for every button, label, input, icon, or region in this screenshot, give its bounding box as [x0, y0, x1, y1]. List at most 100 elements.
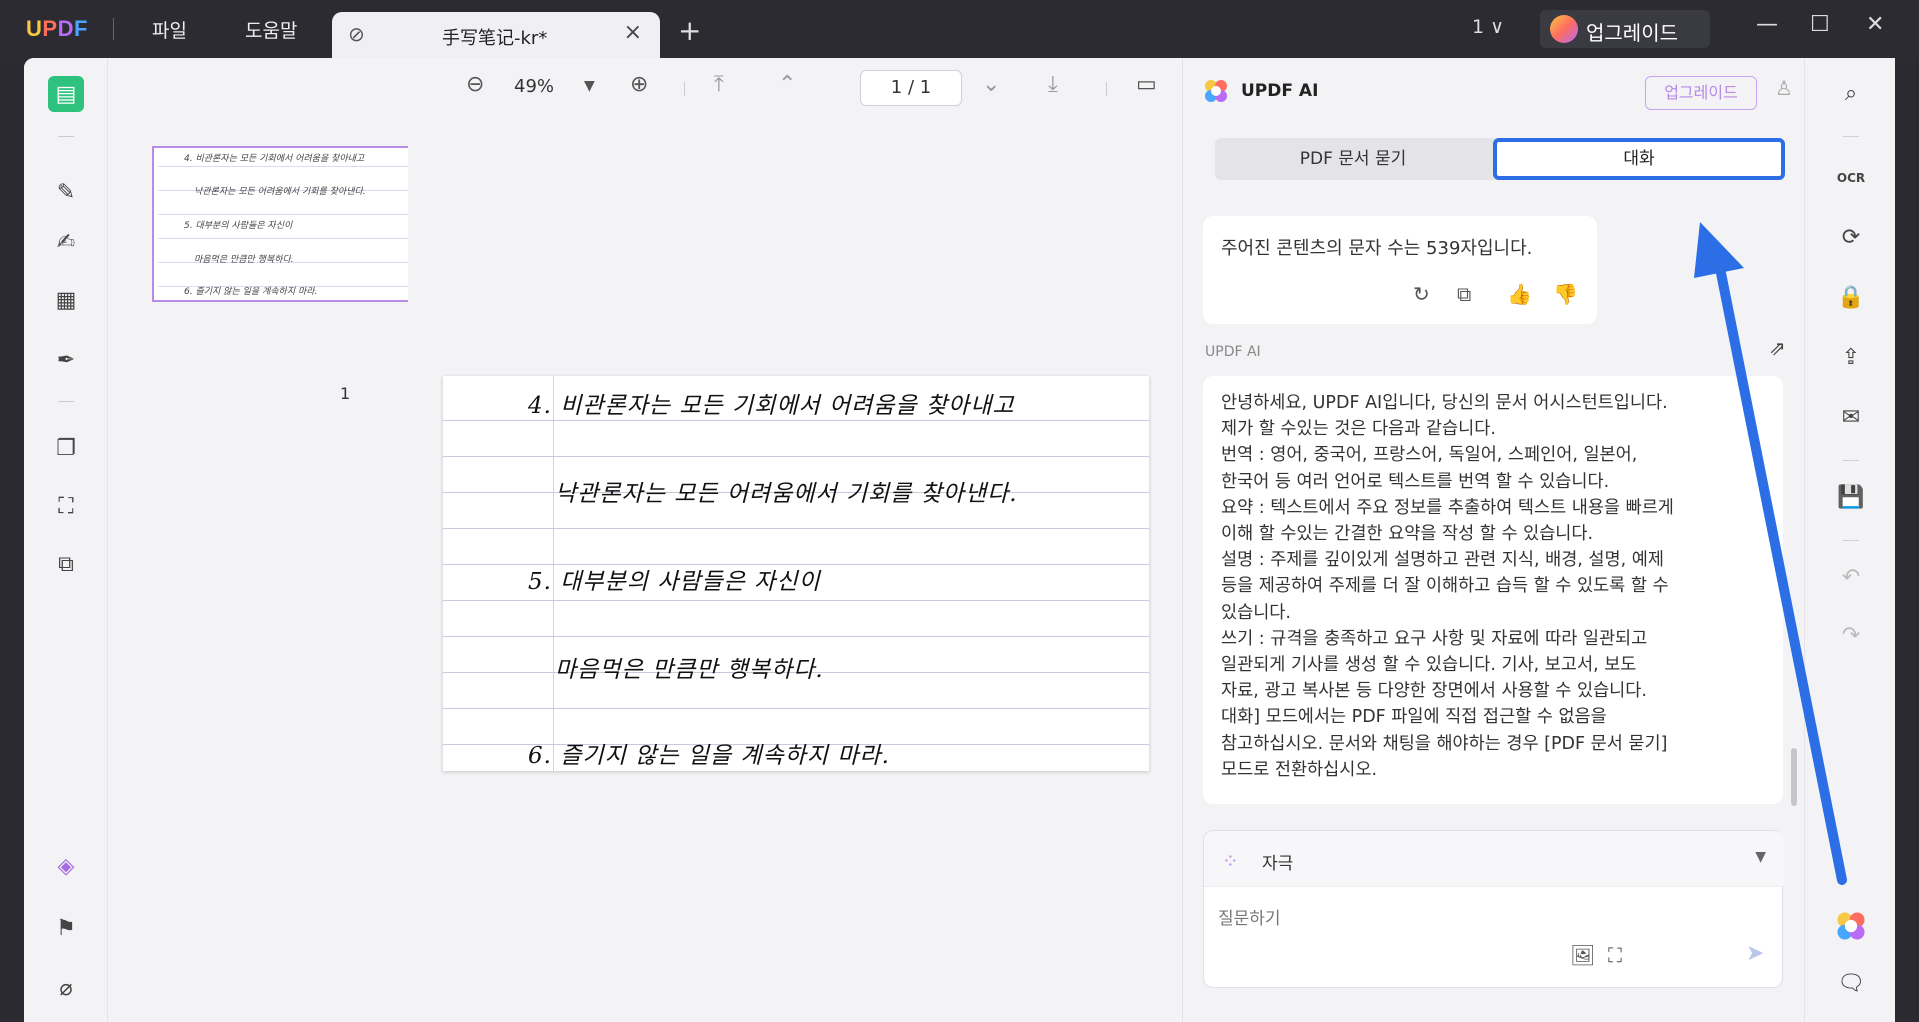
menu-help[interactable]: 도움말: [245, 16, 297, 43]
handwritten-line: 6. 즐기지 않는 일을 계속하지 마라.: [528, 743, 890, 769]
ai-message-text: 주어진 콘텐츠의 문자 수는 539자입니다.: [1221, 238, 1533, 259]
document-area: ⊖ 49% ▼ ⊕ ⤒ ⌃ 1 / 1 ⌄ ⤓ ▭ 4. 비관론자는 모든 기회…: [408, 58, 1182, 1022]
ai-message: 안녕하세요, UPDF AI입니다, 당신의 문서 어시스턴트입니다. 제가 할…: [1203, 376, 1783, 804]
crop-icon[interactable]: ⛶: [48, 488, 84, 524]
ai-message-text: 안녕하세요, UPDF AI입니다, 당신의 문서 어시스턴트입니다. 제가 할…: [1221, 393, 1674, 780]
chat-scrollbar[interactable]: [1791, 748, 1797, 806]
left-toolbar: ▤ ✎ ✍ ▦ ✒ ❐ ⛶ ⧉ ◈ ⚑ ⌀: [24, 58, 108, 1022]
edit-pdf-icon[interactable]: ✍: [48, 224, 84, 260]
handwritten-line: 마음먹은 만큼만 행복하다.: [555, 657, 824, 683]
thumb-text-line: 낙관론자는 모든 어려움에서 기회를 찾아낸다.: [194, 187, 366, 197]
prompt-label: 자극: [1262, 854, 1294, 874]
title-bar: UPDF 파일 도움말 ⊘ 手写笔记-kr* × + 1 ∨ 업그레이드 — ☐…: [0, 0, 1919, 58]
prompt-box: ⁘ 자극 ▼ 🖼 ⛶ ➤: [1203, 830, 1784, 988]
page-rule: [443, 636, 1149, 637]
ocr-icon[interactable]: OCR: [1835, 162, 1867, 194]
tab-close-button[interactable]: ×: [624, 20, 642, 45]
document-tab[interactable]: ⊘ 手写笔记-kr* ×: [332, 12, 660, 58]
bookmark-icon[interactable]: ⚑: [48, 910, 84, 946]
toolbar-divider: [1843, 460, 1859, 461]
zoom-dropdown-icon[interactable]: ▼: [584, 78, 595, 94]
thumb-rule: [158, 214, 420, 215]
convert-icon[interactable]: ⟳: [1835, 222, 1867, 254]
layers-icon[interactable]: ◈: [48, 848, 84, 884]
ai-assistant-panel: UPDF AI 업그레이드 ♙ PDF 문서 묻기 대화 주어진 콘텐츠의 문자…: [1182, 58, 1804, 1022]
handwritten-line: 5. 대부분의 사람들은 자신이: [528, 569, 821, 595]
toolbar-divider: [58, 136, 74, 137]
copy-icon[interactable]: ⧉: [1457, 282, 1471, 306]
message-sender: UPDF AI: [1205, 344, 1261, 360]
thumb-rule: [158, 238, 420, 239]
image-upload-icon[interactable]: 🖼: [1570, 943, 1595, 967]
zoom-level[interactable]: 49%: [514, 76, 554, 97]
last-page-icon[interactable]: ⤓: [1048, 72, 1058, 97]
thumb-text-line: 4. 비관론자는 모든 기회에서 어려움을 찾아내고: [184, 154, 365, 164]
handwritten-line: 4. 비관론자는 모든 기회에서 어려움을 찾아내고: [528, 393, 1015, 419]
thumbs-up-icon[interactable]: 👍: [1507, 282, 1532, 306]
handwritten-line: 낙관론자는 모든 어려움에서 기회를 찾아낸다.: [555, 481, 1018, 507]
search-icon[interactable]: ⌕: [1835, 78, 1867, 110]
thumb-text-line: 마음먹은 만큼만 행복하다.: [194, 255, 294, 265]
edit-disabled-icon: ⊘: [348, 22, 365, 46]
tab-chat[interactable]: 대화: [1493, 138, 1785, 180]
prompt-icon: ⁘: [1222, 849, 1239, 873]
chevron-down-icon: ▼: [1755, 849, 1766, 865]
undo-icon[interactable]: ↶: [1835, 562, 1867, 594]
page-thumbnail[interactable]: 4. 비관론자는 모든 기회에서 어려움을 찾아내고 낙관론자는 모든 어려움에…: [152, 146, 426, 302]
sign-icon[interactable]: ✒: [48, 342, 84, 378]
close-window-button[interactable]: ✕: [1866, 12, 1884, 37]
screenshot-crop-icon[interactable]: ⛶: [1608, 943, 1622, 967]
send-icon[interactable]: ➤: [1746, 941, 1764, 966]
question-input[interactable]: [1218, 905, 1668, 933]
next-page-icon[interactable]: ⌄: [982, 72, 1000, 97]
reader-icon[interactable]: ▤: [48, 76, 84, 112]
page-rule: [443, 420, 1149, 421]
presentation-icon[interactable]: ▭: [1136, 72, 1157, 97]
menu-file[interactable]: 파일: [152, 16, 187, 43]
email-icon[interactable]: ✉: [1835, 402, 1867, 434]
toolbar-divider: [684, 82, 685, 96]
open-external-icon[interactable]: ⇗: [1769, 336, 1786, 360]
thumb-text-line: 5. 대부분의 사람들은 자신이: [184, 221, 293, 231]
updf-ai-logo-icon: [1205, 80, 1227, 102]
right-toolbar: ⌕ OCR ⟳ 🔒 ⇪ ✉ 💾 ↶ ↷ 🗨: [1804, 58, 1895, 1022]
zoom-out-icon[interactable]: ⊖: [466, 72, 484, 97]
protect-pdf-icon[interactable]: 🔒: [1835, 282, 1867, 314]
thumb-text-line: 6. 즐기지 않는 일을 계속하지 마라.: [184, 287, 318, 297]
ai-message: 주어진 콘텐츠의 문자 수는 539자입니다. ↻ ⧉ 👍 👎: [1203, 216, 1597, 324]
title-separator: [113, 18, 114, 40]
save-icon[interactable]: 💾: [1835, 482, 1867, 514]
protect-icon[interactable]: ⧉: [48, 546, 84, 582]
minimize-button[interactable]: —: [1756, 12, 1778, 37]
page-rule: [443, 600, 1149, 601]
updf-logo: UPDF: [26, 16, 88, 41]
thumbnail-panel: 4. 비관론자는 모든 기회에서 어려움을 찾아내고 낙관론자는 모든 어려움에…: [108, 58, 426, 1022]
share-icon[interactable]: ⇪: [1835, 342, 1867, 374]
comment-list-icon[interactable]: 🗨: [1835, 968, 1867, 1000]
redo-icon[interactable]: ↷: [1835, 620, 1867, 652]
thumbs-down-icon[interactable]: 👎: [1553, 282, 1578, 306]
updf-ai-icon[interactable]: [1835, 910, 1867, 942]
attachment-icon[interactable]: ⌀: [48, 970, 84, 1006]
window-count-dropdown[interactable]: 1 ∨: [1472, 16, 1504, 38]
first-page-icon[interactable]: ⤒: [714, 72, 724, 97]
comment-icon[interactable]: ✎: [48, 174, 84, 210]
thumb-rule: [158, 166, 420, 167]
organize-pages-icon[interactable]: ❐: [48, 430, 84, 466]
upgrade-button[interactable]: 업그레이드: [1540, 10, 1710, 48]
ai-upgrade-button[interactable]: 업그레이드: [1645, 76, 1757, 110]
upgrade-label: 업그레이드: [1586, 21, 1678, 45]
ai-mode-switch: PDF 문서 묻기 대화: [1215, 138, 1785, 180]
pin-icon[interactable]: ♙: [1775, 76, 1793, 100]
add-tab-button[interactable]: +: [678, 14, 701, 47]
maximize-button[interactable]: ☐: [1810, 12, 1830, 37]
regenerate-icon[interactable]: ↻: [1413, 282, 1430, 306]
previous-page-icon[interactable]: ⌃: [778, 72, 796, 97]
zoom-in-icon[interactable]: ⊕: [630, 72, 648, 97]
form-icon[interactable]: ▦: [48, 282, 84, 318]
ai-panel-title: UPDF AI: [1241, 81, 1319, 101]
page-number-input[interactable]: 1 / 1: [860, 70, 962, 106]
toolbar-divider: [1843, 540, 1859, 541]
prompt-selector[interactable]: ⁘ 자극 ▼: [1204, 831, 1784, 887]
tab-ask-pdf[interactable]: PDF 문서 묻기: [1215, 138, 1491, 180]
